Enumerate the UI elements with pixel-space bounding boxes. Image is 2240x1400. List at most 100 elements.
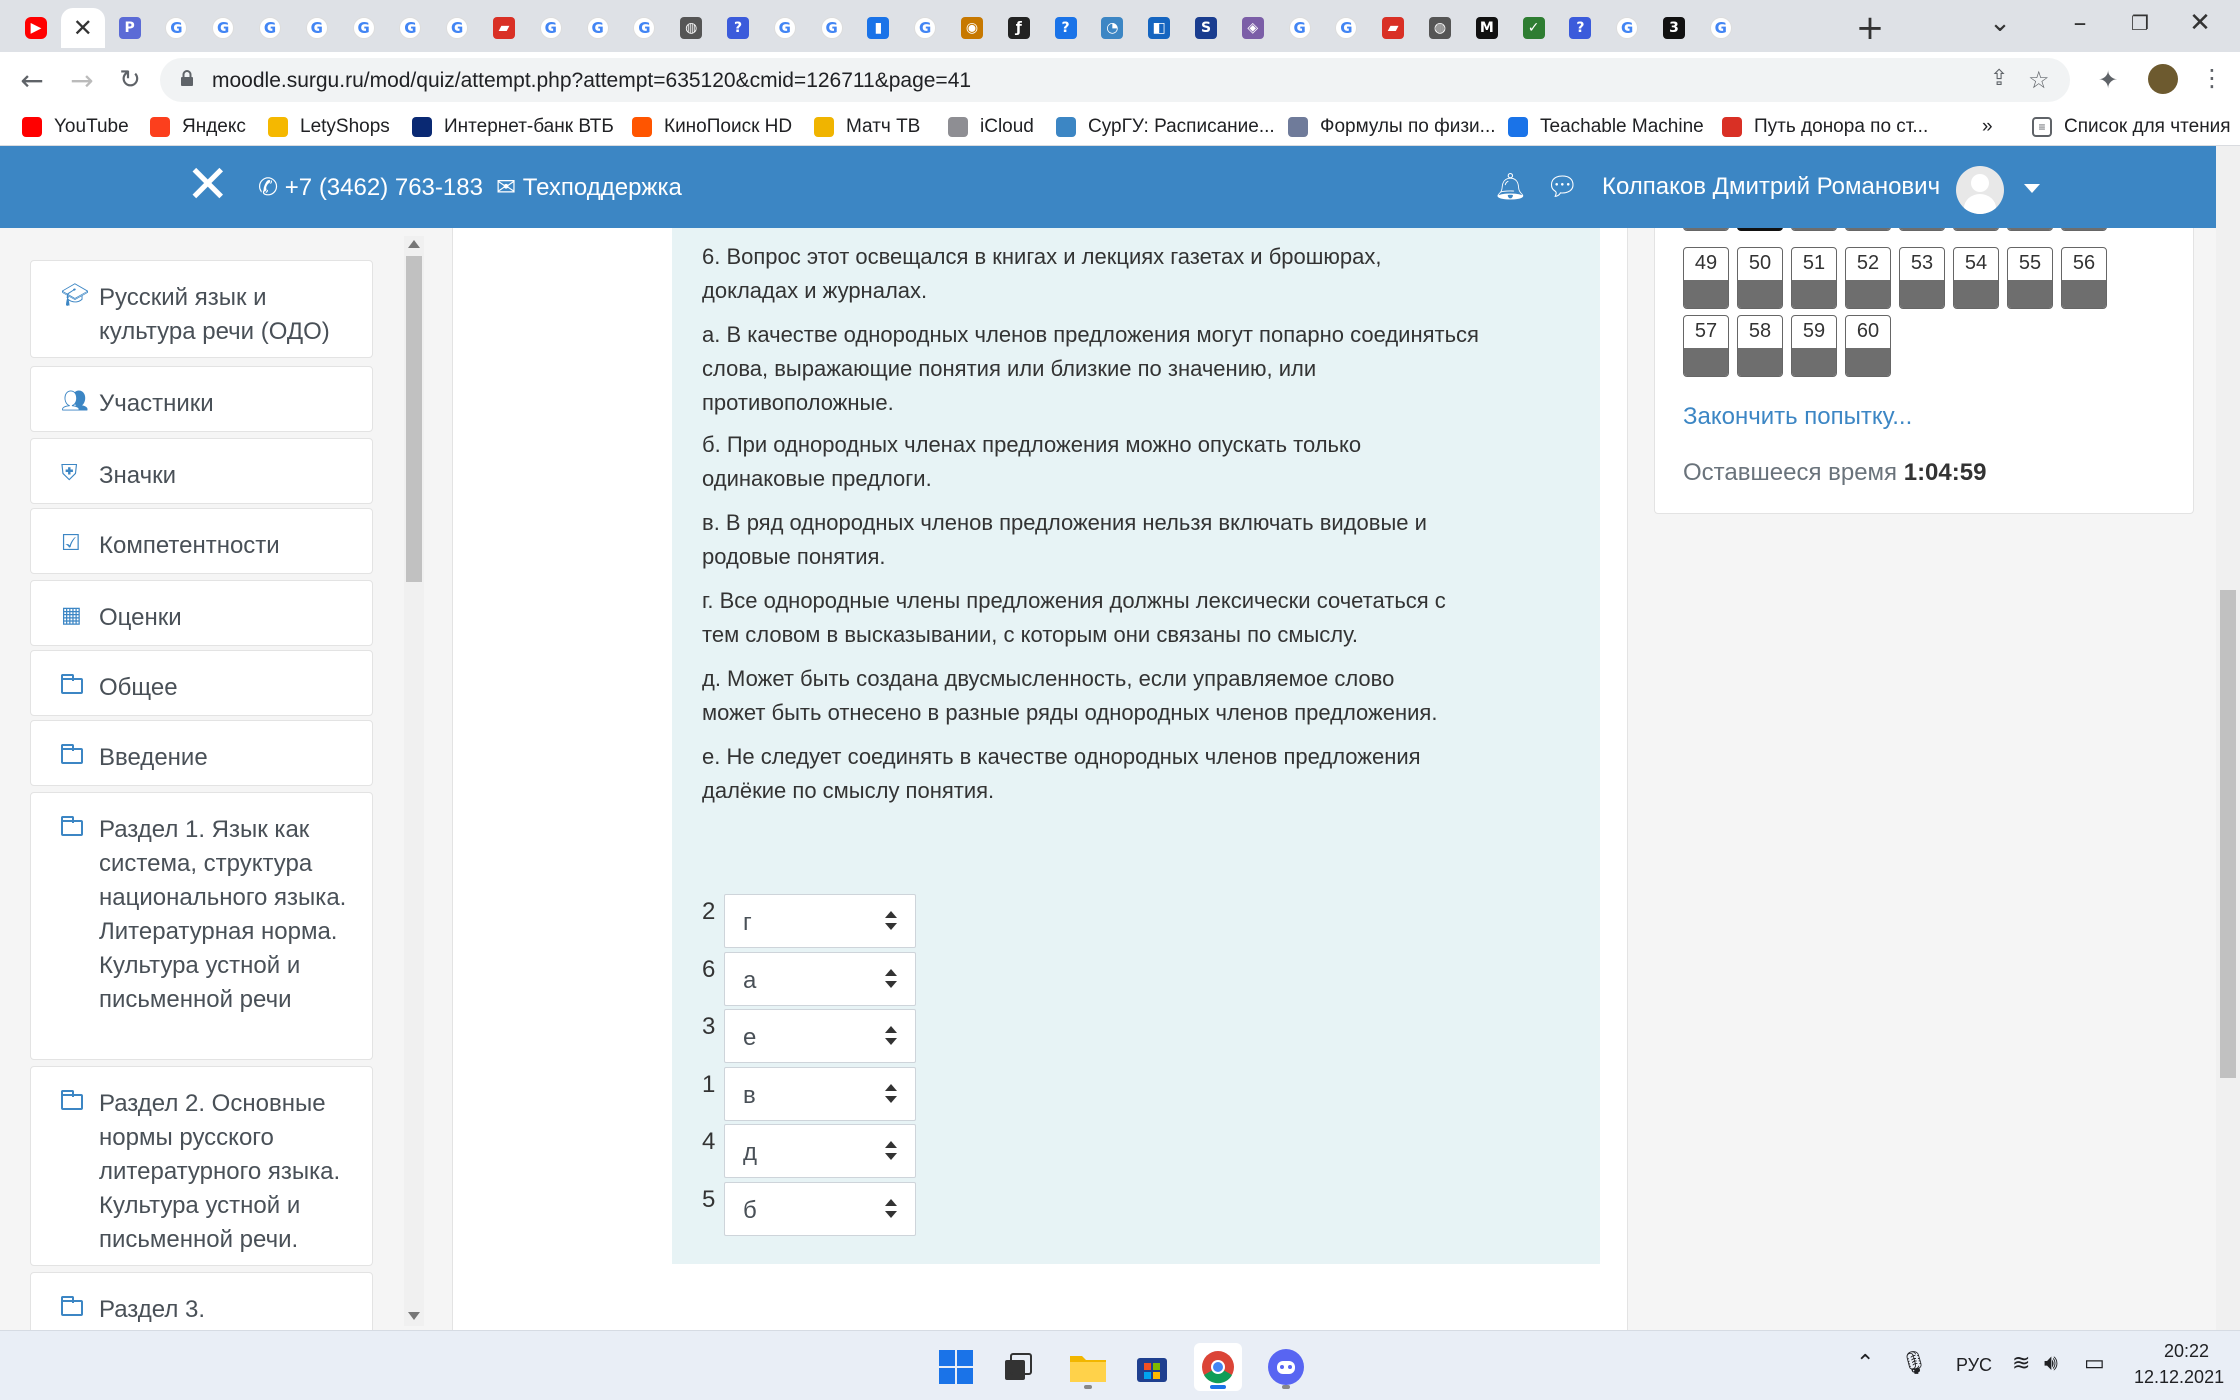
browser-tab[interactable]: G [1605, 8, 1649, 48]
phone-link[interactable]: ✆ +7 (3462) 763-183 [258, 173, 483, 202]
file-explorer-button[interactable] [1064, 1343, 1112, 1391]
bookmark-item[interactable]: YouTube [22, 114, 129, 140]
user-name[interactable]: Колпаков Дмитрий Романович [1602, 173, 1940, 201]
browser-tab[interactable]: G [1699, 8, 1743, 48]
quiz-nav-button[interactable]: 57 [1683, 315, 1729, 377]
browser-tab[interactable]: ƒ [997, 8, 1041, 48]
browser-tab[interactable]: ◧ [1137, 8, 1181, 48]
user-avatar[interactable] [1956, 166, 2004, 214]
quiz-nav-button[interactable]: 51 [1791, 247, 1837, 309]
chrome-button[interactable] [1194, 1343, 1242, 1391]
drawer-scroll-thumb[interactable] [406, 256, 422, 582]
extensions-icon[interactable]: ✦ [2098, 66, 2118, 94]
user-menu-caret-icon[interactable] [2024, 184, 2040, 193]
scroll-down-arrow-icon[interactable] [408, 1312, 420, 1320]
quiz-nav-button[interactable]: 50 [1737, 247, 1783, 309]
bookmark-item[interactable]: Интернет-банк ВТБ [412, 114, 614, 140]
browser-tab[interactable]: ▰ [1371, 8, 1415, 48]
quiz-nav-button[interactable]: 54 [1953, 247, 1999, 309]
browser-tab[interactable]: G [201, 8, 245, 48]
support-link[interactable]: ✉ Техподдержка [496, 173, 682, 202]
browser-tab[interactable]: M [1465, 8, 1509, 48]
browser-tab[interactable]: G [903, 8, 947, 48]
close-drawer-icon[interactable]: ✕ [186, 159, 230, 211]
sidebar-item[interactable]: ⛨ Значки [30, 438, 373, 504]
quiz-nav-button[interactable]: 55 [2007, 247, 2053, 309]
browser-tab[interactable]: G [342, 8, 386, 48]
quiz-nav-button-partial[interactable] [1899, 228, 1945, 231]
answer-select[interactable]: б [724, 1181, 916, 1236]
share-icon[interactable]: ⇪ [1990, 66, 2008, 91]
clock-time[interactable]: 20:22 [2164, 1341, 2209, 1362]
active-tab[interactable]: ✕ [60, 8, 105, 48]
close-tab-icon[interactable]: ✕ [72, 14, 94, 42]
bookmark-star-icon[interactable]: ☆ [2028, 66, 2050, 94]
quiz-nav-button-partial[interactable] [1737, 228, 1783, 231]
browser-tab[interactable]: ? [716, 8, 760, 48]
browser-tab[interactable]: G [435, 8, 479, 48]
sidebar-item[interactable]: 👥︎ Участники [30, 366, 373, 432]
sidebar-item[interactable]: Введение [30, 720, 373, 786]
bookmark-item[interactable]: Яндекс [150, 114, 246, 140]
bookmark-item[interactable]: LetyShops [268, 114, 390, 140]
browser-tab[interactable]: G [295, 8, 339, 48]
browser-tab[interactable]: G [622, 8, 666, 48]
quiz-nav-button[interactable]: 60 [1845, 315, 1891, 377]
answer-select[interactable]: г [724, 894, 916, 948]
address-bar[interactable]: moodle.surgu.ru/mod/quiz/attempt.php?att… [160, 58, 2070, 102]
quiz-nav-button[interactable]: 53 [1899, 247, 1945, 309]
sidebar-item[interactable]: 🎓︎ Русский язык и культура речи (ОДО) [30, 260, 373, 358]
quiz-nav-button-partial[interactable] [1683, 228, 1729, 231]
browser-tab[interactable]: ▰ [482, 8, 526, 48]
browser-tab[interactable]: G [1324, 8, 1368, 48]
browser-tab[interactable]: ▮ [856, 8, 900, 48]
browser-tab[interactable]: ◍ [1418, 8, 1462, 48]
browser-tab[interactable]: G [529, 8, 573, 48]
chat-icon[interactable]: 💬︎ [1546, 172, 1579, 202]
forward-button[interactable]: → [64, 62, 100, 98]
browser-tab[interactable]: ? [1558, 8, 1602, 48]
quiz-nav-button-partial[interactable] [1845, 228, 1891, 231]
sidebar-item[interactable]: Общее [30, 650, 373, 716]
browser-tab[interactable]: 3 [1652, 8, 1696, 48]
browser-tab[interactable]: G [248, 8, 292, 48]
browser-tab[interactable]: ◈ [1231, 8, 1275, 48]
quiz-nav-button-partial[interactable] [1953, 228, 1999, 231]
discord-button[interactable] [1262, 1343, 1310, 1391]
sidebar-item[interactable]: ☑ Компетентности [30, 508, 373, 574]
quiz-nav-button-partial[interactable] [2061, 228, 2107, 231]
clock-date[interactable]: 12.12.2021 [2134, 1367, 2224, 1388]
sidebar-item[interactable]: Раздел 3. [30, 1272, 373, 1330]
browser-tab[interactable]: ? [1044, 8, 1088, 48]
sidebar-item[interactable]: ▦ Оценки [30, 580, 373, 646]
finish-attempt-link[interactable]: Закончить попытку... [1683, 403, 1912, 431]
browser-tab[interactable]: ◉ [950, 8, 994, 48]
answer-select[interactable]: в [724, 1066, 916, 1121]
browser-tab[interactable]: G [810, 8, 854, 48]
browser-tab[interactable]: G [154, 8, 198, 48]
tab-search-chevron-icon[interactable]: ⌄ [1960, 0, 2040, 46]
reload-button[interactable]: ↻ [112, 62, 148, 98]
bookmark-item[interactable]: Формулы по физи... [1288, 114, 1496, 140]
volume-icon[interactable]: 🔊︎ [2044, 1351, 2058, 1376]
page-scroll-thumb[interactable] [2220, 590, 2236, 1078]
bookmark-item[interactable]: iCloud [948, 114, 1034, 140]
quiz-nav-button[interactable]: 56 [2061, 247, 2107, 309]
browser-tab[interactable]: ◔ [1090, 8, 1134, 48]
bookmark-item[interactable]: Матч ТВ [814, 114, 920, 140]
browser-tab[interactable]: P [108, 8, 152, 48]
answer-select[interactable]: а [724, 951, 916, 1006]
profile-avatar[interactable] [2148, 64, 2178, 94]
answer-select[interactable]: д [724, 1124, 916, 1178]
menu-dots-icon[interactable]: ⋮ [2200, 64, 2224, 92]
browser-tab[interactable]: G [388, 8, 432, 48]
browser-tab[interactable]: G [576, 8, 620, 48]
task-view-button[interactable] [994, 1343, 1042, 1391]
quiz-nav-button[interactable]: 59 [1791, 315, 1837, 377]
browser-tab[interactable]: G [763, 8, 807, 48]
sidebar-item[interactable]: Раздел 1. Язык как система, структура на… [30, 792, 373, 1060]
quiz-nav-button-partial[interactable] [1791, 228, 1837, 231]
answer-select[interactable]: е [724, 1009, 916, 1063]
language-indicator[interactable]: РУС [1956, 1355, 1992, 1376]
browser-tab[interactable]: G [1278, 8, 1322, 48]
